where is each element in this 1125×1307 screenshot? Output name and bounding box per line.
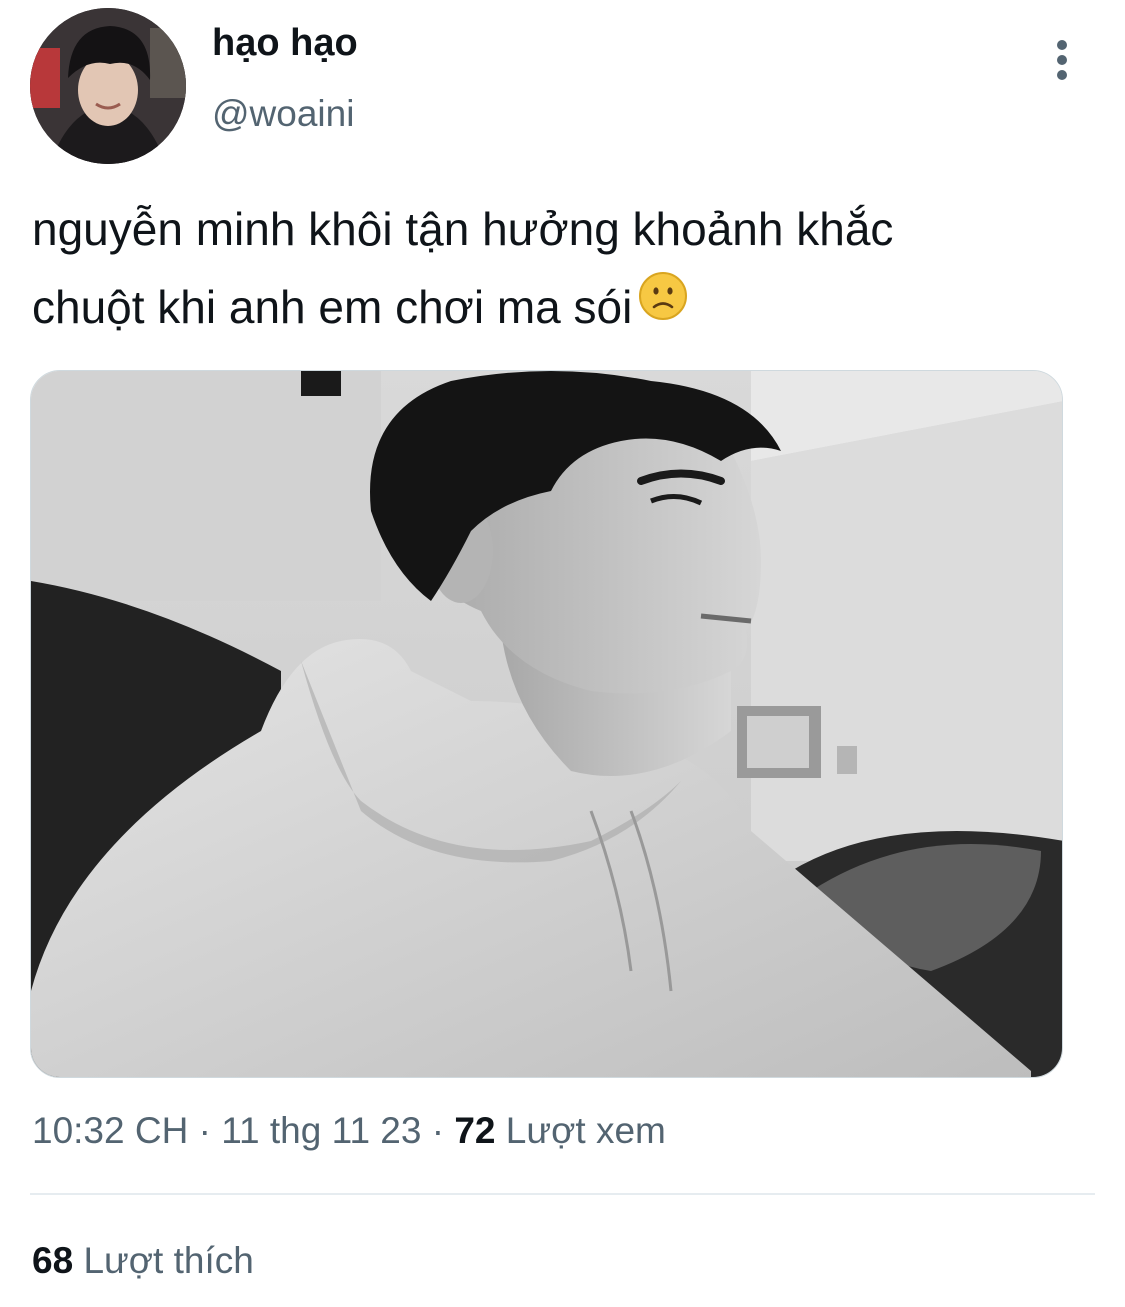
- tweet-time[interactable]: 10:32 CH: [32, 1110, 188, 1151]
- likes-count: 68: [32, 1240, 74, 1281]
- more-vertical-icon: [1057, 40, 1067, 50]
- avatar[interactable]: [30, 8, 186, 164]
- likes-stat[interactable]: 68 Lượt thích: [32, 1240, 254, 1282]
- username-handle[interactable]: @woaini: [212, 93, 354, 135]
- tweet-photo[interactable]: [30, 370, 1063, 1078]
- tweet-text: nguyễn minh khôi tận hưởng khoảnh khắc c…: [32, 190, 1102, 350]
- divider: [30, 1193, 1095, 1195]
- display-name[interactable]: hạo hạo: [212, 22, 358, 65]
- views-label: Lượt xem: [505, 1110, 666, 1151]
- tweet-text-line: nguyễn minh khôi tận hưởng khoảnh khắc: [32, 203, 894, 255]
- slightly-frowning-face-icon: [638, 266, 688, 344]
- likes-label: Lượt thích: [83, 1240, 254, 1281]
- views-count: 72: [454, 1110, 496, 1151]
- tweet-text-line: chuột khi anh em chơi ma sói: [32, 268, 1102, 350]
- tweet-date[interactable]: 11 thg 11 23: [221, 1110, 421, 1151]
- avatar-image: [30, 8, 186, 164]
- photo-image: [31, 371, 1062, 1077]
- tweet-meta: 10:32 CH · 11 thg 11 23 · 72 Lượt xem: [32, 1110, 666, 1151]
- more-options-button[interactable]: [1045, 36, 1079, 84]
